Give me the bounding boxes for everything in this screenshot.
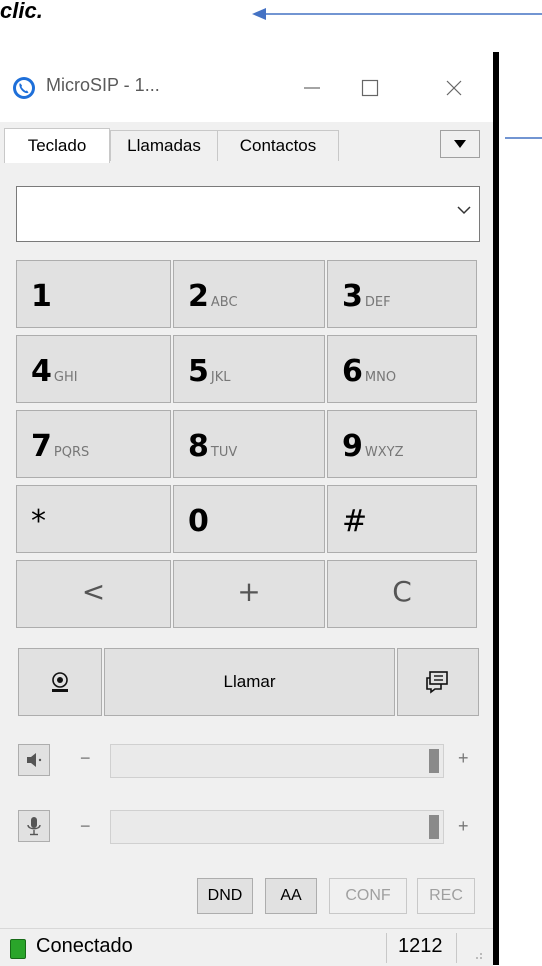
keypad-digit: 1 <box>31 279 52 314</box>
keypad-digit: 4 <box>31 354 52 389</box>
microphone-mute-button[interactable] <box>18 810 50 842</box>
keypad-key[interactable]: * <box>16 485 171 553</box>
keypad-letters: ABC <box>210 295 238 310</box>
number-input[interactable] <box>25 189 429 241</box>
tab-contactos[interactable]: Contactos <box>217 130 339 161</box>
window-title: MicroSIP - 1... <box>46 75 160 95</box>
keypad-digit: 8 <box>188 429 209 464</box>
minimize-button[interactable] <box>290 70 334 106</box>
keypad-key[interactable]: 6 MNO <box>327 335 477 403</box>
microphone-icon <box>27 817 41 836</box>
record-button[interactable]: REC <box>417 878 475 914</box>
keypad-key[interactable]: 3 DEF <box>327 260 477 328</box>
keypad-letters: TUV <box>210 445 238 460</box>
keypad-digit: # <box>342 504 368 539</box>
chevron-down-icon[interactable] <box>457 205 471 215</box>
plus-label: + <box>237 575 261 608</box>
keypad-digit: 0 <box>188 504 209 539</box>
keypad-digit: 6 <box>342 354 363 389</box>
microphone-slider-thumb[interactable] <box>429 815 439 839</box>
backspace-label: < <box>81 575 106 608</box>
window-edge <box>493 52 499 965</box>
conference-button[interactable]: CONF <box>329 878 407 914</box>
keypad-key[interactable]: 5 JKL <box>173 335 325 403</box>
plus-button[interactable]: + <box>173 560 325 628</box>
triangle-down-icon <box>454 140 466 148</box>
auto-answer-button[interactable]: AA <box>265 878 317 914</box>
keypad-key[interactable]: 9 WXYZ <box>327 410 477 478</box>
message-button[interactable] <box>397 648 479 716</box>
keypad-letters: WXYZ <box>364 445 404 460</box>
maximize-button[interactable] <box>348 70 392 106</box>
speaker-slider-thumb[interactable] <box>429 749 439 773</box>
speaker-volume-slider[interactable] <box>110 744 444 778</box>
keypad-key[interactable]: 8 TUV <box>173 410 325 478</box>
speaker-plus: + <box>458 748 469 768</box>
resize-grip-icon[interactable] <box>470 947 484 961</box>
number-combobox[interactable] <box>16 186 480 242</box>
maximize-icon <box>361 79 379 97</box>
keypad-digit: * <box>31 504 46 539</box>
microphone-plus: + <box>458 816 469 836</box>
clear-label: C <box>392 575 412 608</box>
keypad-key[interactable]: 0 <box>173 485 325 553</box>
keypad-digit: 7 <box>31 429 52 464</box>
video-call-button[interactable] <box>18 648 102 716</box>
connection-status-text: Conectado <box>36 935 133 957</box>
speaker-mute-button[interactable] <box>18 744 50 776</box>
keypad-letters: JKL <box>210 370 231 385</box>
microphone-minus: − <box>80 816 91 836</box>
minimize-icon <box>304 87 320 89</box>
connection-status-icon <box>10 939 26 959</box>
caption-text: clic. <box>0 0 43 23</box>
clear-button[interactable]: C <box>327 560 477 628</box>
keypad-key[interactable]: 4 GHI <box>16 335 171 403</box>
extension-number: 1212 <box>398 935 443 957</box>
speaker-icon <box>27 753 42 767</box>
keypad-letters: PQRS <box>53 445 90 460</box>
keypad-digit: 5 <box>188 354 209 389</box>
title-bar[interactable]: MicroSIP - 1... <box>0 52 493 122</box>
tab-teclado[interactable]: Teclado <box>4 128 110 163</box>
chat-message-icon <box>426 671 448 694</box>
annotation-line-right <box>505 137 542 139</box>
backspace-button[interactable]: < <box>16 560 171 628</box>
status-separator-2 <box>456 933 457 963</box>
call-button[interactable]: Llamar <box>104 648 395 716</box>
keypad-digit: 2 <box>188 279 209 314</box>
status-bar: Conectado 1212 <box>0 928 493 966</box>
microsip-logo-icon <box>13 77 35 99</box>
keypad-key[interactable]: # <box>327 485 477 553</box>
status-separator <box>386 933 387 963</box>
keypad-key[interactable]: 1 <box>16 260 171 328</box>
dnd-button[interactable]: DND <box>197 878 253 914</box>
webcam-icon <box>52 672 68 692</box>
tab-bar: Teclado Llamadas Contactos <box>0 122 493 163</box>
microphone-volume-slider[interactable] <box>110 810 444 844</box>
keypad-letters: GHI <box>53 370 78 385</box>
keypad-letters: DEF <box>364 295 391 310</box>
close-icon <box>446 80 462 96</box>
keypad-digit: 9 <box>342 429 363 464</box>
keypad-key[interactable]: 2 ABC <box>173 260 325 328</box>
tab-llamadas[interactable]: Llamadas <box>110 130 218 161</box>
speaker-minus: − <box>80 748 91 768</box>
keypad-key[interactable]: 7 PQRS <box>16 410 171 478</box>
annotation-arrow-top <box>252 8 542 20</box>
close-button[interactable] <box>432 70 476 106</box>
keypad-digit: 3 <box>342 279 363 314</box>
menu-dropdown-button[interactable] <box>440 130 480 158</box>
keypad-letters: MNO <box>364 370 397 385</box>
